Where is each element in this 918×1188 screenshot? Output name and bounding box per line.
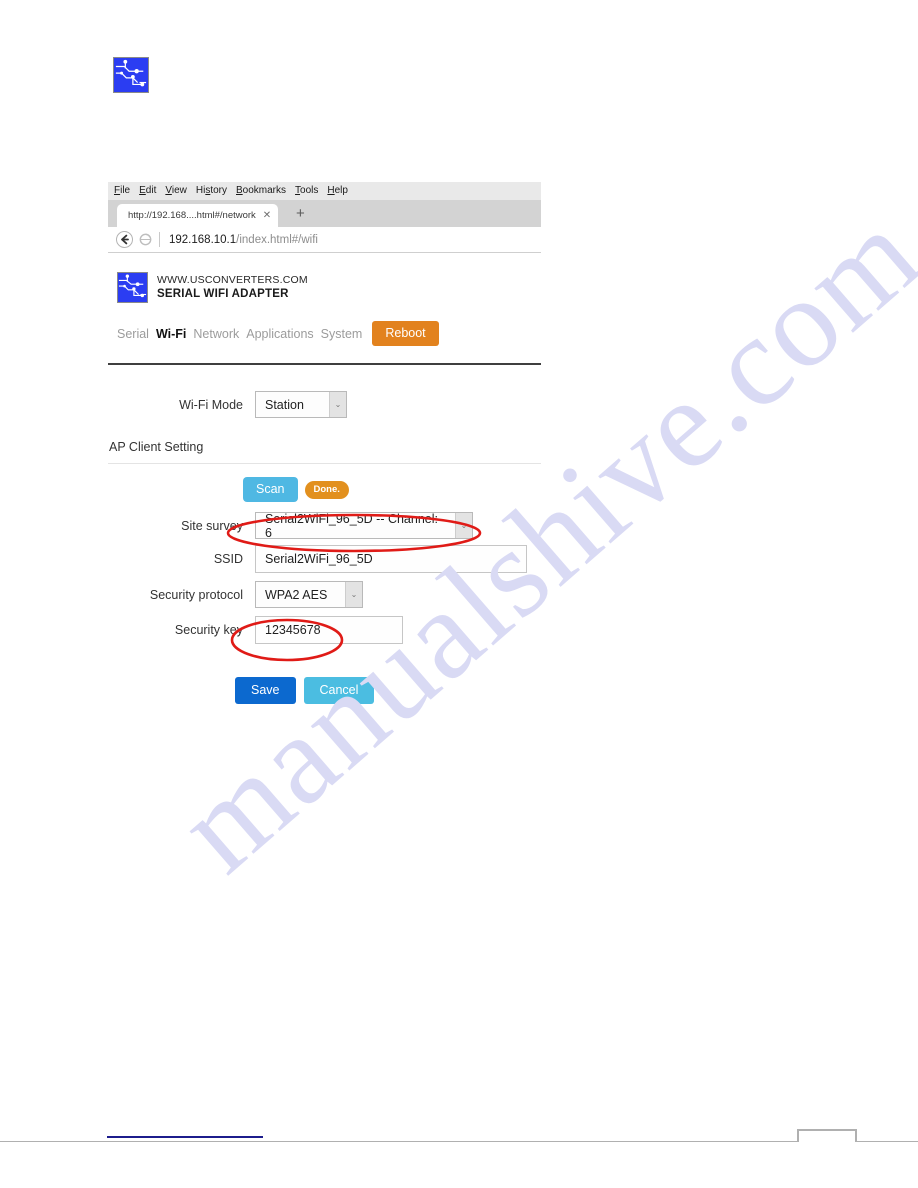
close-icon[interactable]: ✕ xyxy=(263,210,271,221)
reload-icon[interactable] xyxy=(139,233,152,246)
menu-history[interactable]: History xyxy=(196,186,227,196)
brand-header: WWW.USCONVERTERS.COM SERIAL WIFI ADAPTER xyxy=(108,272,541,303)
security-protocol-label: Security protocol xyxy=(149,587,243,602)
url-input[interactable]: 192.168.10.1/index.html#/wifi xyxy=(169,234,318,246)
nav-item-serial[interactable]: Serial xyxy=(117,327,149,341)
browser-menubar: File Edit View History Bookmarks Tools H… xyxy=(108,182,541,200)
footer-link[interactable] xyxy=(107,1136,263,1138)
reboot-button[interactable]: Reboot xyxy=(372,321,439,346)
browser-tabstrip: http://192.168....html#/network ✕ + xyxy=(108,200,541,227)
page-number-box xyxy=(797,1129,857,1142)
menu-bookmarks[interactable]: Bookmarks xyxy=(236,186,286,196)
browser-tab-title: http://192.168....html#/network xyxy=(128,210,256,221)
browser-urlbar: 192.168.10.1/index.html#/wifi xyxy=(108,227,541,253)
ssid-input[interactable]: Serial2WiFi_96_5D xyxy=(255,545,527,573)
site-survey-select[interactable]: Serial2WiFi_96_5D -- Channel: 6 ⌄ xyxy=(255,511,473,540)
chevron-down-icon: ⌄ xyxy=(329,392,346,417)
browser-tab[interactable]: http://192.168....html#/network ✕ xyxy=(117,204,279,227)
chevron-down-icon: ⌄ xyxy=(455,513,472,538)
security-key-input[interactable]: 12345678 xyxy=(255,616,403,644)
footer-divider xyxy=(0,1141,918,1142)
url-host: 192.168.10.1 xyxy=(169,233,237,246)
urlbar-divider xyxy=(159,232,160,247)
menu-edit[interactable]: Edit xyxy=(139,186,156,196)
section-title-ap-client: AP Client Setting xyxy=(109,440,204,454)
wifi-mode-label: Wi-Fi Mode xyxy=(179,397,243,412)
security-key-label: Security key xyxy=(174,623,243,637)
menu-view[interactable]: View xyxy=(165,186,187,196)
wifi-mode-select[interactable]: Station ⌄ xyxy=(255,391,347,418)
wifi-settings-form: Wi-Fi Mode Station ⌄ AP Client Setting S… xyxy=(108,391,541,704)
menu-help[interactable]: Help xyxy=(327,186,348,196)
ssid-value: Serial2WiFi_96_5D xyxy=(265,552,373,566)
menu-file[interactable]: File xyxy=(114,186,130,196)
brand-product: SERIAL WIFI ADAPTER xyxy=(157,287,289,300)
brand-website: WWW.USCONVERTERS.COM xyxy=(157,274,308,287)
security-key-row: Security key 12345678 xyxy=(108,616,541,644)
save-button[interactable]: Save xyxy=(235,677,296,704)
wifi-mode-value: Station xyxy=(265,397,304,412)
ssid-label: SSID xyxy=(213,552,243,566)
nav-item-system[interactable]: System xyxy=(321,327,363,341)
security-protocol-value: WPA2 AES xyxy=(265,587,328,602)
nav-item-wifi[interactable]: Wi-Fi xyxy=(156,327,186,341)
circuit-board-logo-icon xyxy=(113,57,149,93)
wifi-mode-row: Wi-Fi Mode Station ⌄ xyxy=(108,391,541,418)
section-divider xyxy=(108,463,541,464)
circuit-board-logo-icon xyxy=(117,272,148,303)
scan-row: Scan Done. xyxy=(108,477,541,502)
cancel-button[interactable]: Cancel xyxy=(303,677,375,704)
chevron-down-icon: ⌄ xyxy=(345,582,362,607)
nav-divider xyxy=(108,363,541,365)
security-protocol-select[interactable]: WPA2 AES ⌄ xyxy=(255,581,363,608)
main-nav: Serial Wi-Fi Network Applications System… xyxy=(108,321,541,346)
url-path: /index.html#/wifi xyxy=(236,233,318,246)
form-actions: Save Cancel xyxy=(108,677,541,704)
ssid-row: SSID Serial2WiFi_96_5D xyxy=(108,545,541,573)
site-survey-label: Site survey xyxy=(181,518,243,533)
menu-tools[interactable]: Tools xyxy=(295,186,318,196)
device-web-ui: WWW.USCONVERTERS.COM SERIAL WIFI ADAPTER… xyxy=(108,272,541,704)
security-protocol-row: Security protocol WPA2 AES ⌄ xyxy=(108,581,541,608)
nav-item-network[interactable]: Network xyxy=(193,327,239,341)
security-key-value: 12345678 xyxy=(265,623,321,637)
site-survey-row: Site survey Serial2WiFi_96_5D -- Channel… xyxy=(108,511,541,540)
site-survey-value: Serial2WiFi_96_5D -- Channel: 6 xyxy=(265,511,438,540)
scan-button[interactable]: Scan xyxy=(243,477,298,502)
nav-item-applications[interactable]: Applications xyxy=(246,327,313,341)
browser-window: File Edit View History Bookmarks Tools H… xyxy=(108,182,541,253)
scan-status-badge: Done. xyxy=(304,480,349,499)
back-arrow-icon[interactable] xyxy=(116,231,133,248)
new-tab-button[interactable]: + xyxy=(296,206,305,221)
